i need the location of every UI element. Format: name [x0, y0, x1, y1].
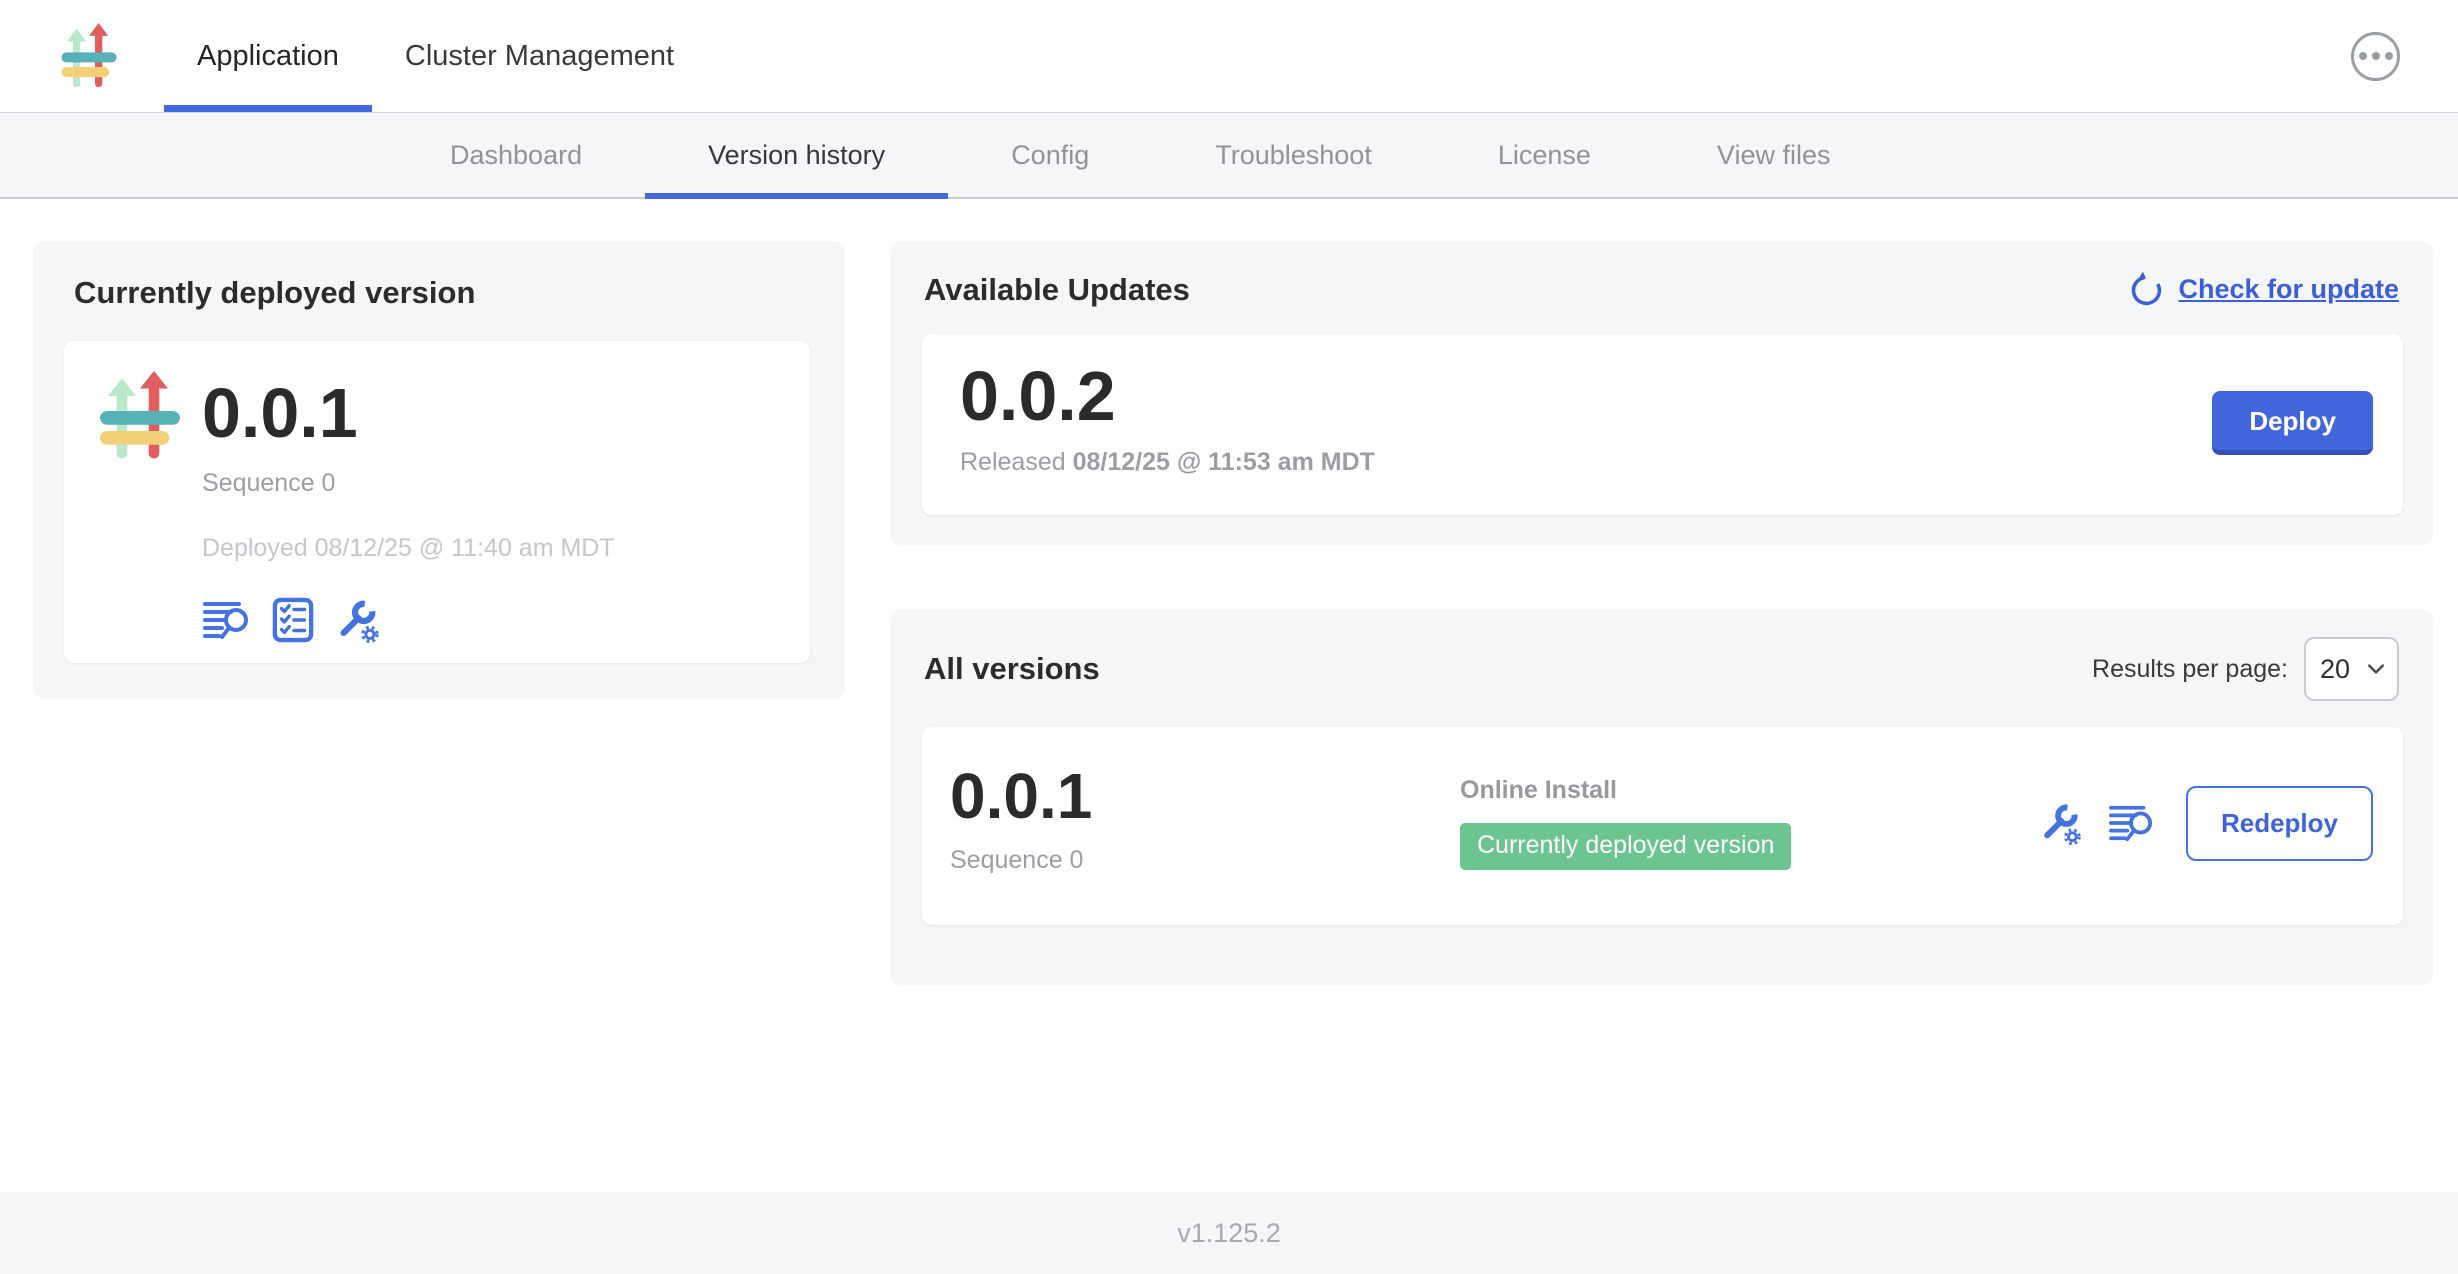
- results-per-page-label: Results per page:: [2092, 655, 2288, 684]
- update-row: 0.0.2 Released 08/12/25 @ 11:53 am MDT D…: [922, 334, 2403, 515]
- wrench-gear-icon: [334, 597, 380, 643]
- edit-config-button[interactable]: [2038, 801, 2082, 845]
- page-footer: v1.125.2: [0, 1192, 2458, 1274]
- console-version: v1.125.2: [1177, 1218, 1281, 1249]
- subnav-tab-troubleshoot[interactable]: Troubleshoot: [1152, 113, 1435, 197]
- subnav-tab-view-files[interactable]: View files: [1654, 113, 1894, 197]
- update-version-number: 0.0.2: [960, 368, 1375, 424]
- top-navbar: Application Cluster Management: [0, 0, 2458, 113]
- version-row-status: Online Install Currently deployed versio…: [1460, 776, 2038, 870]
- results-per-page-select[interactable]: 20: [2304, 637, 2399, 701]
- overflow-menu-button[interactable]: [2351, 32, 2400, 81]
- install-type-label: Online Install: [1460, 776, 2038, 805]
- deployed-timestamp: Deployed 08/12/25 @ 11:40 am MDT: [202, 534, 615, 563]
- checklist-icon: [272, 597, 314, 643]
- edit-config-button[interactable]: [334, 597, 380, 643]
- view-logs-button[interactable]: [202, 598, 252, 642]
- update-info: 0.0.2 Released 08/12/25 @ 11:53 am MDT: [960, 368, 1375, 477]
- update-released-timestamp: Released 08/12/25 @ 11:53 am MDT: [960, 448, 1375, 477]
- deployed-sequence: Sequence 0: [202, 469, 615, 498]
- refresh-icon: [2128, 271, 2165, 308]
- version-row-actions: Redeploy: [2038, 786, 2375, 861]
- app-logo-icon: [92, 371, 188, 461]
- tab-application-label: Application: [197, 40, 339, 73]
- logs-magnifier-icon: [2108, 802, 2156, 844]
- view-logs-button[interactable]: [2108, 802, 2156, 844]
- wrench-gear-icon: [2038, 801, 2082, 845]
- topnav-tabs: Application Cluster Management: [164, 0, 707, 112]
- currently-deployed-title: Currently deployed version: [74, 275, 810, 311]
- all-versions-header: All versions Results per page: 20: [924, 637, 2399, 701]
- subnav-tab-config[interactable]: Config: [948, 113, 1152, 197]
- version-history-page: Currently deployed version 0.0.1 Sequenc…: [0, 199, 2458, 1192]
- ellipsis-icon: [2359, 52, 2367, 60]
- chevron-down-icon: [2367, 663, 2385, 675]
- deployed-version-number: 0.0.1: [202, 385, 615, 441]
- tab-cluster-management[interactable]: Cluster Management: [372, 0, 707, 112]
- deployed-version-card: 0.0.1 Sequence 0 Deployed 08/12/25 @ 11:…: [64, 341, 810, 663]
- currently-deployed-panel: Currently deployed version 0.0.1 Sequenc…: [33, 241, 845, 699]
- available-updates-header: Available Updates Check for update: [924, 271, 2399, 308]
- right-column: Available Updates Check for update 0.0.2…: [890, 241, 2433, 1192]
- all-versions-panel: All versions Results per page: 20 0.0.1 …: [890, 609, 2433, 985]
- tab-cluster-management-label: Cluster Management: [405, 40, 674, 73]
- available-updates-panel: Available Updates Check for update 0.0.2…: [890, 241, 2433, 545]
- preflight-checks-button[interactable]: [272, 597, 314, 643]
- check-for-update-link[interactable]: Check for update: [2128, 271, 2399, 308]
- available-updates-title: Available Updates: [924, 272, 1190, 308]
- version-row: 0.0.1 Sequence 0 Online Install Currentl…: [922, 727, 2403, 925]
- redeploy-button[interactable]: Redeploy: [2186, 786, 2373, 861]
- left-column: Currently deployed version 0.0.1 Sequenc…: [33, 241, 845, 1192]
- app-logo-icon: [56, 20, 122, 92]
- app-subnav: Dashboard Version history Config Trouble…: [0, 113, 2458, 199]
- logs-magnifier-icon: [202, 598, 252, 642]
- currently-deployed-badge: Currently deployed version: [1460, 823, 1791, 870]
- subnav-tab-version-history[interactable]: Version history: [645, 113, 948, 197]
- tab-application[interactable]: Application: [164, 0, 372, 112]
- version-row-info: 0.0.1 Sequence 0: [950, 771, 1460, 875]
- subnav-tab-dashboard[interactable]: Dashboard: [387, 113, 645, 197]
- version-number: 0.0.1: [950, 771, 1460, 822]
- results-per-page: Results per page: 20: [2092, 637, 2399, 701]
- all-versions-title: All versions: [924, 651, 1100, 687]
- version-sequence: Sequence 0: [950, 846, 1460, 875]
- subnav-tab-license[interactable]: License: [1435, 113, 1654, 197]
- deployed-version-info: 0.0.1 Sequence 0 Deployed 08/12/25 @ 11:…: [202, 369, 615, 643]
- deploy-button[interactable]: Deploy: [2212, 391, 2373, 455]
- deployed-actions: [202, 597, 615, 643]
